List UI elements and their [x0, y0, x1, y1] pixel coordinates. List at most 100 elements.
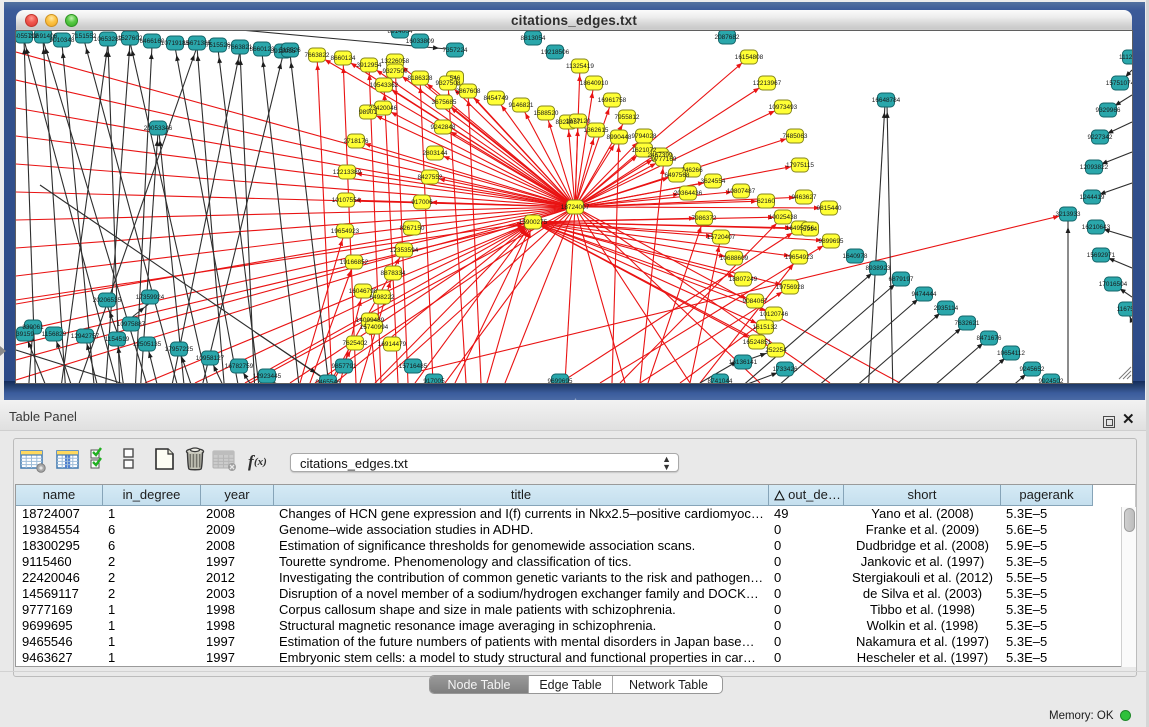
- svg-text:8741044: 8741044: [708, 378, 733, 383]
- svg-text:1640978: 1640978: [843, 253, 868, 260]
- svg-text:917005: 917005: [423, 378, 445, 383]
- svg-text:17359924: 17359924: [136, 294, 165, 301]
- svg-text:9227342: 9227342: [1088, 134, 1113, 141]
- svg-text:10688609: 10688609: [720, 255, 749, 262]
- svg-text:18807249: 18807249: [729, 276, 758, 283]
- svg-text:3624554: 3624554: [701, 178, 726, 185]
- svg-text:8990448: 8990448: [607, 134, 632, 141]
- svg-text:15751074: 15751074: [1106, 80, 1132, 87]
- svg-text:9329966: 9329966: [1096, 107, 1121, 114]
- svg-text:7357224: 7357224: [443, 47, 468, 54]
- svg-text:1615132: 1615132: [753, 324, 778, 331]
- svg-text:9084067: 9084067: [743, 298, 768, 305]
- svg-text:12505135: 12505135: [133, 341, 162, 348]
- svg-text:9794028: 9794028: [632, 133, 657, 140]
- svg-text:19654923: 19654923: [785, 254, 814, 261]
- svg-text:3675685: 3675685: [432, 99, 457, 106]
- svg-text:8267150: 8267150: [400, 225, 425, 232]
- svg-text:17016504: 17016504: [1099, 281, 1128, 288]
- svg-text:16782759: 16782759: [225, 363, 254, 370]
- svg-text:8914004: 8914004: [388, 31, 413, 35]
- svg-text:19218506: 19218506: [541, 49, 570, 56]
- svg-text:9924502: 9924502: [1039, 378, 1064, 383]
- svg-text:8427552: 8427552: [418, 174, 443, 181]
- svg-text:16961758: 16961758: [598, 97, 627, 104]
- svg-text:8660124: 8660124: [331, 55, 356, 62]
- svg-text:8186328: 8186328: [408, 75, 433, 82]
- svg-text:19654923: 19654923: [331, 228, 360, 235]
- svg-text:12942757: 12942757: [71, 333, 100, 340]
- svg-text:9699695: 9699695: [548, 378, 573, 383]
- svg-text:10807487: 10807487: [727, 188, 756, 195]
- svg-text:20364436: 20364436: [674, 190, 703, 197]
- svg-text:7986372: 7986372: [692, 215, 717, 222]
- svg-text:9899695: 9899695: [819, 238, 844, 245]
- svg-text:252254: 252254: [765, 347, 787, 354]
- svg-text:6879197: 6879197: [889, 276, 914, 283]
- svg-text:12353594: 12353594: [390, 247, 419, 254]
- svg-text:3213933: 3213933: [1056, 211, 1081, 218]
- svg-text:39159: 39159: [16, 331, 34, 338]
- svg-text:9474444: 9474444: [912, 291, 937, 298]
- svg-text:12213389: 12213389: [333, 169, 362, 176]
- svg-text:1733426: 1733426: [773, 366, 798, 373]
- svg-text:2087682: 2087682: [715, 34, 740, 41]
- svg-text:9463627: 9463627: [792, 194, 817, 201]
- svg-text:7625402: 7625402: [343, 340, 368, 347]
- svg-text:10958127: 10958127: [196, 355, 225, 362]
- svg-text:9242848: 9242848: [431, 124, 456, 131]
- svg-text:9857791: 9857791: [332, 363, 357, 370]
- svg-text:10120746: 10120746: [760, 311, 789, 318]
- svg-text:2718176: 2718176: [344, 138, 369, 145]
- svg-text:1154519: 1154519: [105, 336, 130, 343]
- svg-text:10107554: 10107554: [332, 197, 361, 204]
- svg-text:98901: 98901: [359, 109, 377, 116]
- svg-text:2935114: 2935114: [934, 305, 959, 312]
- svg-text:19756928: 19756928: [776, 284, 805, 291]
- svg-text:14099489: 14099489: [356, 317, 385, 324]
- svg-text:1377120: 1377120: [566, 118, 591, 125]
- svg-text:5914: 5914: [803, 226, 818, 233]
- svg-text:18640910: 18640910: [580, 80, 609, 87]
- svg-text:12093822: 12093822: [1080, 164, 1109, 171]
- svg-text:1112843: 1112843: [1119, 54, 1132, 61]
- svg-text:3912954: 3912954: [357, 62, 382, 69]
- svg-text:9465546: 9465546: [316, 379, 341, 383]
- svg-text:2867608: 2867608: [456, 88, 481, 95]
- svg-text:9245652: 9245652: [1020, 366, 1045, 373]
- svg-text:515526: 515526: [279, 47, 301, 54]
- svg-text:12213967: 12213967: [753, 80, 782, 87]
- svg-text:13226058: 13226058: [381, 58, 410, 65]
- svg-text:10975887: 10975887: [117, 321, 146, 328]
- svg-text:1244419: 1244419: [1080, 194, 1105, 201]
- svg-text:16210643: 16210643: [1082, 224, 1111, 231]
- svg-text:15740994: 15740994: [360, 324, 389, 331]
- svg-text:17975115: 17975115: [786, 162, 814, 169]
- svg-text:16154808: 16154808: [735, 54, 764, 61]
- svg-text:8454749: 8454749: [484, 95, 509, 102]
- svg-text:20206535: 20206535: [93, 297, 122, 304]
- svg-text:19166852: 19166852: [340, 259, 369, 266]
- svg-text:1588520: 1588520: [534, 110, 559, 117]
- svg-text:7663822: 7663822: [305, 52, 330, 59]
- svg-text:7632621: 7632621: [955, 320, 980, 327]
- svg-text:62160: 62160: [757, 198, 775, 205]
- svg-text:1362615: 1362615: [584, 127, 609, 134]
- svg-text:8938923: 8938923: [866, 265, 891, 272]
- svg-text:6498222: 6498222: [370, 294, 395, 301]
- svg-text:10654112: 10654112: [997, 350, 1025, 357]
- svg-text:11325419: 11325419: [566, 63, 594, 70]
- svg-text:(x): (x): [254, 456, 267, 468]
- svg-text:9327500: 9327500: [383, 68, 408, 75]
- svg-text:16648784: 16648784: [872, 97, 901, 104]
- svg-text:15692971: 15692971: [1087, 252, 1116, 259]
- svg-text:18724007: 18724007: [561, 204, 590, 211]
- svg-text:6497568: 6497568: [665, 172, 690, 179]
- svg-text:116753: 116753: [1117, 306, 1132, 313]
- svg-text:2803144: 2803144: [423, 150, 448, 157]
- svg-text:15716485: 15716485: [399, 363, 428, 370]
- svg-text:16524851: 16524851: [743, 339, 772, 346]
- svg-text:1156829: 1156829: [42, 331, 67, 338]
- svg-text:917006: 917006: [411, 199, 433, 206]
- svg-text:8813054: 8813054: [521, 35, 546, 42]
